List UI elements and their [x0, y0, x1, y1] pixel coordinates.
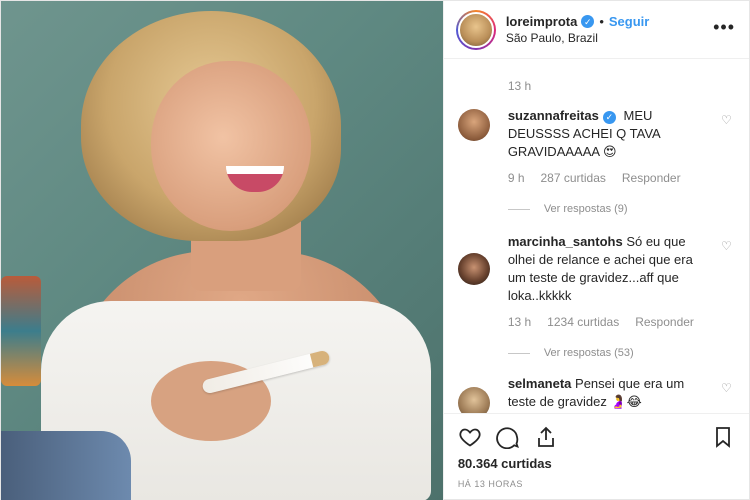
likes-count[interactable]: 80.364 curtidas: [458, 456, 735, 471]
avatar[interactable]: [457, 387, 490, 413]
pillow: [1, 276, 41, 386]
reply-button[interactable]: Responder: [622, 169, 681, 187]
comment-item: suzannafreitas ✓ MEU DEUSSSS ACHEI Q TAVA…: [457, 107, 735, 187]
heart-icon[interactable]: ♡: [721, 239, 733, 253]
heart-icon[interactable]: ♡: [721, 113, 733, 127]
avatar[interactable]: [457, 253, 490, 285]
instagram-post: loreimprota ✓ • Seguir São Paulo, Brazil…: [0, 0, 750, 500]
verified-badge-icon: ✓: [602, 110, 616, 124]
comment-time[interactable]: 13 h: [508, 313, 531, 331]
heart-icon[interactable]: [458, 425, 482, 449]
photo-face: [151, 61, 311, 231]
location-link[interactable]: São Paulo, Brazil: [506, 30, 713, 46]
comment-item: marcinha_santohs Só eu que olhei de rela…: [457, 233, 735, 331]
post-timestamp: HÁ 13 HORAS: [457, 479, 523, 489]
share-icon[interactable]: [534, 425, 558, 449]
comment-likes[interactable]: 1234 curtidas: [547, 313, 619, 331]
heart-icon[interactable]: ♡: [721, 381, 733, 395]
avatar[interactable]: [457, 109, 490, 141]
photo-jeans: [1, 431, 131, 500]
divider: [507, 352, 530, 354]
follow-button[interactable]: Seguir: [609, 14, 649, 30]
avatar[interactable]: [455, 9, 496, 50]
more-horizontal-icon[interactable]: •••: [713, 18, 735, 36]
view-replies-button[interactable]: Ver respostas (9): [507, 203, 735, 215]
comment-likes[interactable]: 287 curtidas: [541, 169, 606, 187]
post-actions: 80.364 curtidas HÁ 13 HORAS: [443, 413, 749, 500]
view-replies-button[interactable]: Ver respostas (53): [507, 347, 735, 359]
separator-dot: •: [599, 13, 604, 29]
comment-username[interactable]: selmaneta: [508, 376, 572, 391]
comment-username[interactable]: marcinha_santohs: [508, 234, 623, 249]
bookmark-icon[interactable]: [711, 425, 735, 449]
caption-time: 13 h: [507, 79, 532, 93]
comments-list: 13 h suzannafreitas ✓ MEU DEUSSSS ACHEI Q…: [444, 59, 749, 413]
comment-item: selmaneta Pensei que era um teste de gra…: [457, 375, 735, 413]
header-username[interactable]: loreimprota: [506, 14, 578, 30]
comment-username[interactable]: suzannafreitas: [508, 108, 599, 123]
post-header: loreimprota ✓ • Seguir São Paulo, Brazil…: [443, 1, 749, 59]
view-replies-label: Ver respostas (53): [543, 347, 634, 359]
post-photo[interactable]: [1, 1, 443, 500]
view-replies-label: Ver respostas (9): [543, 203, 628, 215]
comment-icon[interactable]: [496, 425, 520, 449]
reply-button[interactable]: Responder: [635, 313, 694, 331]
verified-badge-icon: ✓: [581, 15, 595, 28]
comment-time[interactable]: 9 h: [508, 169, 525, 187]
divider: [507, 208, 530, 210]
post-sidebar: loreimprota ✓ • Seguir São Paulo, Brazil…: [442, 1, 749, 500]
